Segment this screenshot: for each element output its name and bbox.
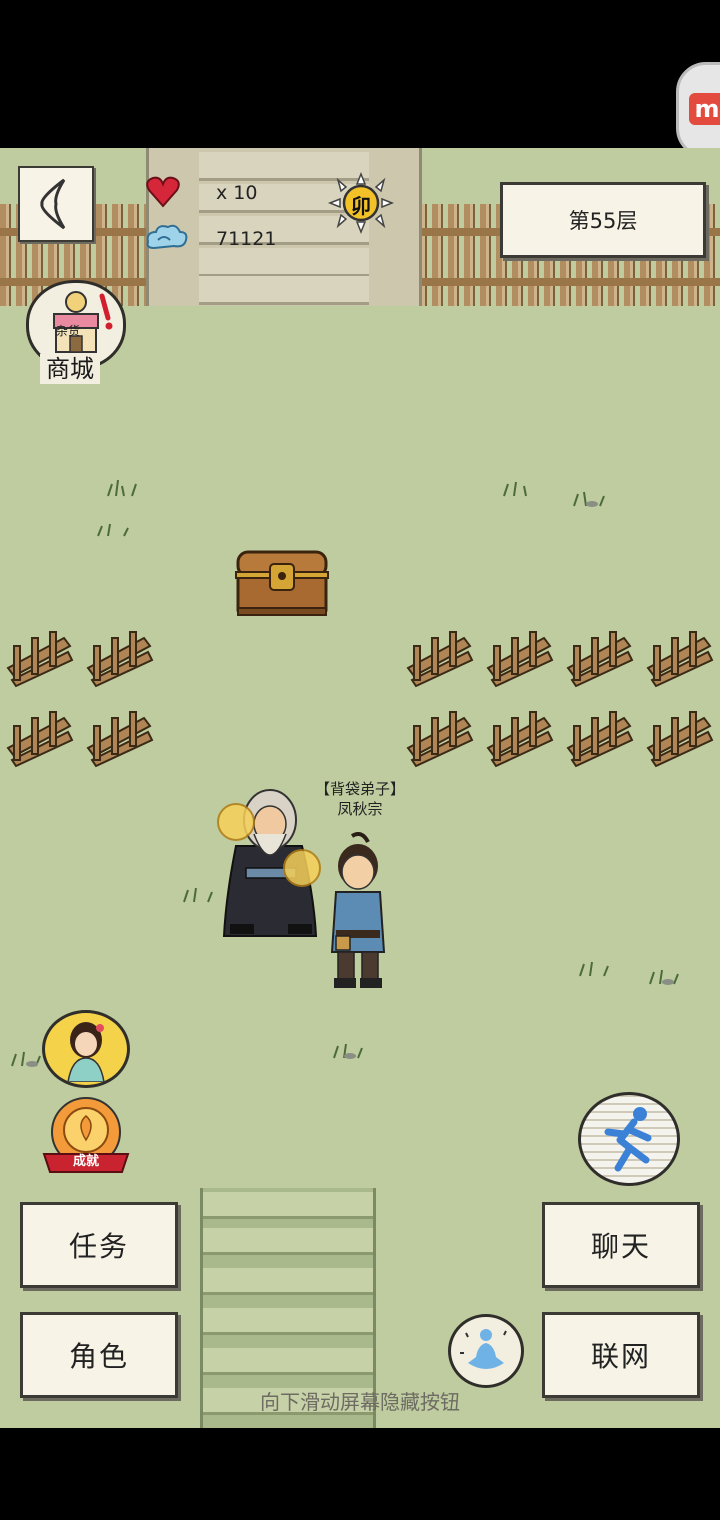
game-scene[interactable]: x 10 71121 卯 第55层 杂货 商城 【背袋弟子】 凤秋宗 成就 任务… [0, 148, 720, 1428]
grass-tuft [573, 491, 605, 507]
player-disciple-character[interactable] [322, 832, 394, 992]
wooden-barricade [406, 711, 474, 768]
heart-icon [146, 176, 180, 208]
wooden-barricade [566, 711, 634, 768]
grass-tuft [649, 969, 679, 985]
wooden-barricade [86, 631, 154, 688]
floor-label: 第55层 [500, 182, 706, 258]
back-button[interactable] [18, 166, 94, 242]
female-companion-icon [67, 1022, 105, 1082]
role-button[interactable]: 角色 [20, 1312, 178, 1398]
treasure-chest-icon[interactable] [234, 546, 330, 618]
task-button-label: 任务 [68, 1230, 129, 1263]
grass-tuft [107, 479, 137, 497]
role-button-label: 角色 [68, 1340, 129, 1373]
grass-tuft [579, 961, 609, 977]
chat-button-label: 聊天 [590, 1230, 651, 1263]
wooden-barricade [486, 631, 554, 688]
grass-tuft [503, 481, 527, 497]
running-figure-icon [604, 1107, 652, 1172]
meditation-figure-icon [460, 1329, 507, 1369]
network-button[interactable]: 联网 [542, 1312, 700, 1398]
network-button-label: 联网 [590, 1340, 651, 1373]
floor-label-text: 第55层 [568, 209, 638, 233]
chevron-left-icon [40, 178, 66, 230]
corner-app-logo[interactable]: m [676, 62, 720, 158]
wooden-barricade [6, 631, 74, 688]
companion-avatar-button[interactable] [42, 1010, 130, 1088]
sprint-button[interactable] [578, 1092, 680, 1186]
achievement-label: 成就 [72, 1154, 99, 1169]
shop-sign-text: 杂货 [56, 324, 81, 338]
elder-master-character[interactable] [206, 776, 336, 944]
achievement-button[interactable]: 成就 [42, 1096, 130, 1176]
wooden-barricade [486, 711, 554, 768]
day-badge-text: 卯 [351, 194, 371, 218]
wooden-barricade [86, 711, 154, 768]
wooden-barricade [406, 631, 474, 688]
m-logo-icon: m [689, 93, 720, 125]
task-button[interactable]: 任务 [20, 1202, 178, 1288]
spirit-cloud-icon [146, 224, 188, 250]
wooden-barricade [6, 711, 74, 768]
wooden-barricade [566, 631, 634, 688]
grass-tuft [97, 523, 129, 537]
sun-time-badge[interactable]: 卯 [326, 172, 396, 234]
swipe-hint-text: 向下滑动屏幕隐藏按钮 [260, 1390, 460, 1414]
grass-tuft [333, 1043, 363, 1059]
chat-button[interactable]: 聊天 [542, 1202, 700, 1288]
wooden-barricade [646, 631, 714, 688]
spirit-value: 71121 [216, 228, 277, 250]
wooden-barricade [646, 711, 714, 768]
lives-count: x 10 [216, 182, 258, 204]
meditate-button[interactable] [448, 1314, 524, 1388]
shop-label: 商城 [40, 354, 100, 384]
